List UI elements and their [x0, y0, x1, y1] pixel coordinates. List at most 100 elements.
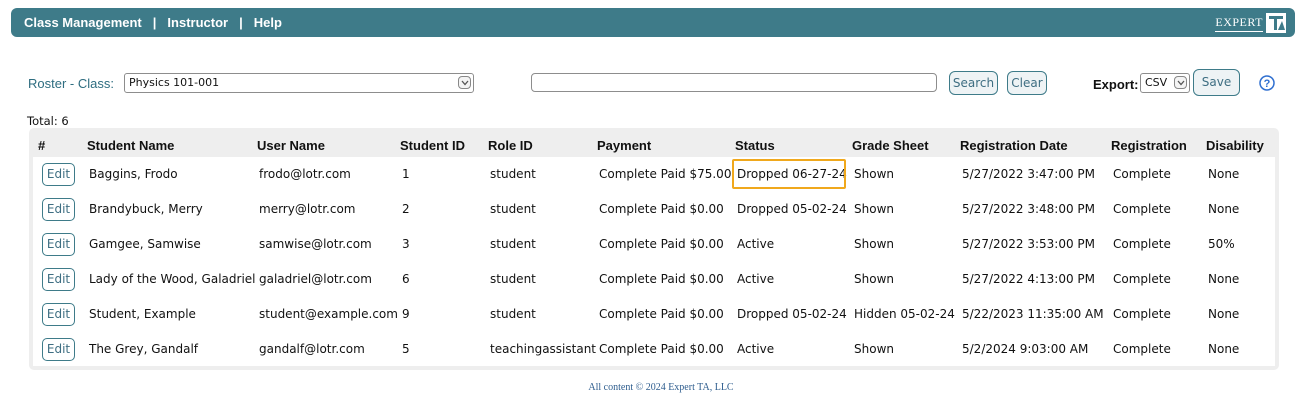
cell-role-id: student: [490, 167, 536, 181]
col-header-disability: Disability: [1206, 138, 1264, 153]
cell-student-id: 1: [402, 167, 410, 181]
cell-disability: None: [1208, 167, 1240, 181]
cell-grade-sheet: Shown: [854, 202, 894, 216]
cell-disability: None: [1208, 307, 1240, 321]
help-icon[interactable]: ?: [1259, 75, 1275, 91]
table-row: Edit Baggins, Frodo frodo@lotr.com 1 stu…: [33, 157, 1275, 192]
cell-student-name: Student, Example: [89, 307, 196, 321]
col-header-number: #: [38, 138, 46, 153]
svg-text:?: ?: [1264, 78, 1271, 90]
cell-student-id: 2: [402, 202, 410, 216]
cell-registration: Complete: [1113, 272, 1171, 286]
col-header-registration-date: Registration Date: [960, 138, 1068, 153]
chevron-down-icon: [1174, 76, 1187, 89]
class-select-value: Physics 101-001: [129, 76, 220, 89]
cell-student-name: Baggins, Frodo: [89, 167, 178, 181]
logo-text: EXPERT: [1215, 15, 1263, 32]
table-row: Edit The Grey, Gandalf gandalf@lotr.com …: [33, 332, 1275, 367]
top-nav-bar: Class Management | Instructor | Help EXPERT: [11, 8, 1295, 37]
class-select[interactable]: Physics 101-001: [124, 73, 474, 93]
edit-button[interactable]: Edit: [42, 163, 75, 186]
nav-help[interactable]: Help: [254, 15, 282, 30]
cell-registration: Complete: [1113, 167, 1171, 181]
search-input[interactable]: [531, 73, 937, 92]
table-row: Edit Lady of the Wood, Galadriel galadri…: [33, 262, 1275, 297]
edit-button[interactable]: Edit: [42, 198, 75, 221]
cell-disability: 50%: [1208, 237, 1235, 251]
edit-button[interactable]: Edit: [42, 233, 75, 256]
cell-student-name: Lady of the Wood, Galadriel: [89, 272, 256, 286]
expert-ta-logo[interactable]: EXPERT: [1215, 12, 1287, 34]
cell-role-id: student: [490, 237, 536, 251]
table-row: Edit Student, Example student@example.co…: [33, 297, 1275, 332]
export-format-select[interactable]: CSV: [1140, 73, 1190, 93]
cell-disability: None: [1208, 272, 1240, 286]
cell-grade-sheet: Hidden 05-02-24: [854, 307, 955, 321]
cell-registration-date: 5/27/2022 4:13:00 PM: [962, 272, 1096, 286]
cell-payment: Complete Paid $0.00: [599, 237, 724, 251]
cell-status: Active: [737, 237, 775, 251]
cell-registration-date: 5/27/2022 3:53:00 PM: [962, 237, 1096, 251]
edit-button[interactable]: Edit: [42, 338, 75, 361]
cell-grade-sheet: Shown: [854, 237, 894, 251]
footer-copyright: All content © 2024 Expert TA, LLC: [588, 382, 734, 393]
cell-user-name: frodo@lotr.com: [259, 167, 351, 181]
cell-registration: Complete: [1113, 202, 1171, 216]
table-row: Edit Gamgee, Samwise samwise@lotr.com 3 …: [33, 227, 1275, 262]
cell-grade-sheet: Shown: [854, 272, 894, 286]
cell-status: Active: [737, 342, 775, 356]
cell-disability: None: [1208, 342, 1240, 356]
cell-role-id: student: [490, 307, 536, 321]
col-header-student-name: Student Name: [87, 138, 175, 153]
cell-user-name: galadriel@lotr.com: [259, 272, 372, 286]
roster-class-label: Roster - Class:: [28, 76, 114, 91]
search-button[interactable]: Search: [949, 71, 998, 95]
cell-payment: Complete Paid $0.00: [599, 272, 724, 286]
export-format-value: CSV: [1145, 76, 1168, 89]
nav-separator: |: [152, 15, 157, 30]
cell-registration: Complete: [1113, 342, 1171, 356]
col-header-grade-sheet: Grade Sheet: [852, 138, 929, 153]
save-button[interactable]: Save: [1193, 69, 1240, 96]
cell-user-name: gandalf@lotr.com: [259, 342, 365, 356]
cell-disability: None: [1208, 202, 1240, 216]
clear-button[interactable]: Clear: [1007, 71, 1047, 95]
total-count: Total: 6: [27, 114, 69, 128]
col-header-role-id: Role ID: [488, 138, 533, 153]
cell-student-id: 5: [402, 342, 410, 356]
nav-class-management[interactable]: Class Management: [24, 15, 142, 30]
cell-status: Active: [737, 272, 775, 286]
cell-student-id: 3: [402, 237, 410, 251]
edit-button[interactable]: Edit: [42, 268, 75, 291]
nav-instructor[interactable]: Instructor: [167, 15, 228, 30]
table-row: Edit Brandybuck, Merry merry@lotr.com 2 …: [33, 192, 1275, 227]
cell-role-id: student: [490, 272, 536, 286]
cell-registration-date: 5/22/2023 11:35:00 AM: [962, 307, 1104, 321]
edit-button[interactable]: Edit: [42, 303, 75, 326]
cell-registration-date: 5/2/2024 9:03:00 AM: [962, 342, 1089, 356]
export-label: Export:: [1093, 77, 1139, 92]
cell-registration: Complete: [1113, 307, 1171, 321]
status-highlight-box: [732, 159, 846, 189]
cell-student-id: 6: [402, 272, 410, 286]
col-header-payment: Payment: [597, 138, 652, 153]
cell-role-id: student: [490, 202, 536, 216]
cell-user-name: student@example.com: [259, 307, 398, 321]
col-header-student-id: Student ID: [400, 138, 465, 153]
cell-registration: Complete: [1113, 237, 1171, 251]
cell-registration-date: 5/27/2022 3:48:00 PM: [962, 202, 1096, 216]
cell-grade-sheet: Shown: [854, 167, 894, 181]
cell-user-name: merry@lotr.com: [259, 202, 356, 216]
cell-payment: Complete Paid $0.00: [599, 202, 724, 216]
cell-grade-sheet: Shown: [854, 342, 894, 356]
cell-student-name: The Grey, Gandalf: [89, 342, 199, 356]
col-header-user-name: User Name: [257, 138, 325, 153]
col-header-registration: Registration: [1111, 138, 1187, 153]
top-nav: Class Management | Instructor | Help: [24, 15, 282, 30]
cell-status: Dropped 05-02-24: [737, 202, 847, 216]
chevron-down-icon: [458, 76, 471, 89]
nav-separator: |: [239, 15, 243, 30]
logo-mark-icon: [1266, 13, 1286, 33]
cell-payment: Complete Paid $75.00: [599, 167, 732, 181]
cell-student-name: Brandybuck, Merry: [89, 202, 203, 216]
